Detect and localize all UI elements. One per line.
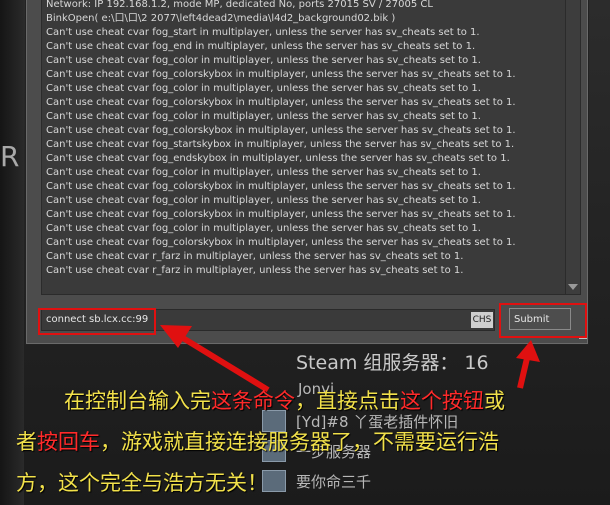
annotation-text: 或 [484, 389, 505, 413]
annotation-line-2: 者按回车，游戏就直接连接服务器了，不需要运行浩 [16, 424, 499, 460]
annotation-highlight: 这个按钮 [400, 389, 484, 413]
screen: R Steam 组服务器： 16 Jonvi [Yd]#8 丫蛋老插件怀旧 一步… [0, 0, 610, 505]
annotation-text: ，游戏就直接连接服务器了，不需要运行浩 [100, 430, 499, 454]
annotation-text: ，直接点击 [295, 389, 400, 413]
annotation-highlight: 按回车 [37, 430, 100, 454]
annotation-text: 方，这个完全与浩方无关！ [16, 471, 268, 495]
annotation-text: 者 [16, 430, 37, 454]
annotation-line-3: 方，这个完全与浩方无关！ [16, 465, 268, 501]
arrow-to-submit-icon [516, 340, 540, 389]
annotation-text: 在控制台输入完 [64, 389, 211, 413]
arrow-to-command-icon [160, 325, 270, 393]
annotation-highlight: 这条命令 [211, 389, 295, 413]
annotation-line-1: 在控制台输入完这条命令，直接点击这个按钮或 [64, 383, 505, 419]
